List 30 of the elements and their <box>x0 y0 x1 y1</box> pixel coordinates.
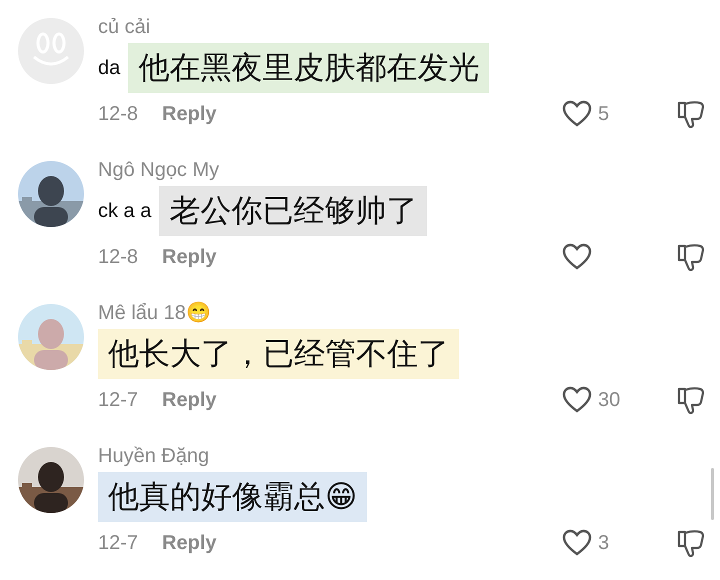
username[interactable]: củ cải <box>98 12 150 42</box>
dislike-icon[interactable] <box>676 242 706 272</box>
comment-text: ck a a <box>98 200 152 222</box>
like-count: 30 <box>598 388 622 412</box>
dislike-icon[interactable] <box>676 528 706 558</box>
username[interactable]: Huyền Đặng <box>98 441 210 471</box>
comment-date: 12-7 <box>98 532 138 554</box>
comment-date: 12-8 <box>98 102 138 126</box>
caption: 老公你已经够帅了 <box>159 186 428 236</box>
scrollbar[interactable] <box>711 468 714 520</box>
like-count: 3 <box>598 532 610 554</box>
reply-button[interactable]: Reply <box>162 532 216 554</box>
username[interactable]: Ngô Ngọc My <box>98 155 220 185</box>
caption: 他真的好像霸总😁 <box>98 472 368 522</box>
comment-date: 12-8 <box>98 246 138 268</box>
dislike-icon[interactable] <box>676 385 706 415</box>
reply-button[interactable]: Reply <box>162 246 216 268</box>
reply-button[interactable]: Reply <box>162 102 216 126</box>
dislike-icon[interactable] <box>676 99 706 129</box>
comment-date: 12-7 <box>98 388 138 412</box>
like-icon[interactable] <box>562 100 592 128</box>
like-icon[interactable] <box>562 243 592 271</box>
like-icon[interactable] <box>562 529 592 557</box>
username[interactable]: Mê lẩu 18😁 <box>98 298 211 328</box>
caption: 他长大了，已经管不住了 <box>98 329 459 379</box>
reply-button[interactable]: Reply <box>162 388 216 412</box>
caption: 他在黑夜里皮肤都在发光 <box>128 43 490 93</box>
like-count: 5 <box>598 102 610 126</box>
like-icon[interactable] <box>562 386 592 414</box>
comment-text: da <box>98 56 120 80</box>
